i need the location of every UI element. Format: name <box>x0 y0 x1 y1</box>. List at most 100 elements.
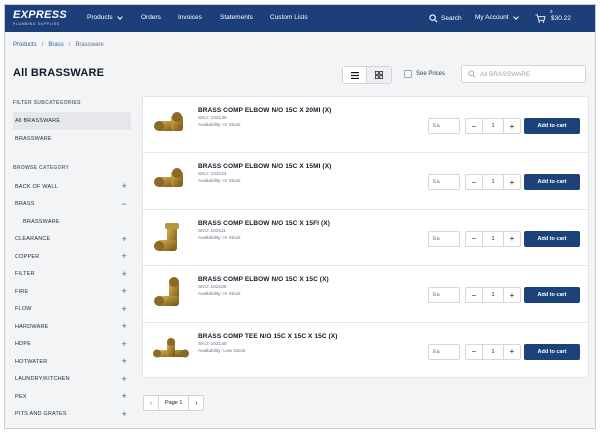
next-page-button[interactable]: › <box>188 395 205 411</box>
sidebar-category-label: HDPE <box>15 341 32 348</box>
app-frame: EXPRESS PLUMBING SUPPLIES Products Order… <box>4 4 596 429</box>
sidebar-category-item[interactable]: FIRE + <box>13 283 131 301</box>
sidebar-category-label: FILTER <box>15 271 35 278</box>
sidebar-category-item[interactable]: LAUNDRY/KITCHEN + <box>13 371 131 389</box>
breadcrumb-products[interactable]: Products <box>13 42 37 48</box>
product-name[interactable]: BRASS COMP TEE N/O 15C X 15C X 15C (X) <box>198 333 338 340</box>
unit-of-measure-select[interactable]: Ea <box>428 287 460 304</box>
product-image[interactable] <box>151 218 191 258</box>
sidebar-category-item[interactable]: BACK OF WALL + <box>13 178 131 196</box>
sidebar-category-item[interactable]: FLOW + <box>13 301 131 319</box>
filter-item-all-brassware[interactable]: All BRASSWARE <box>13 112 131 130</box>
expand-plus-icon[interactable]: + <box>122 357 127 366</box>
see-prices-toggle[interactable]: See Prices <box>404 70 445 78</box>
unit-of-measure-select[interactable]: Ea <box>428 230 460 247</box>
product-availability: Availability: In Stock <box>198 123 241 128</box>
sidebar-category-item[interactable]: HOTWATER + <box>13 353 131 371</box>
quantity-input[interactable]: 1 <box>482 231 504 246</box>
product-name[interactable]: BRASS COMP ELBOW N/O 15C X 15MI (X) <box>198 163 331 170</box>
sidebar-category-item[interactable]: PITS AND GRATES + <box>13 406 131 424</box>
product-sku: SKU: 102105 <box>198 285 227 291</box>
expand-plus-icon[interactable]: + <box>122 322 127 331</box>
logo[interactable]: EXPRESS PLUMBING SUPPLIES <box>13 10 75 27</box>
category-list: BACK OF WALL + BRASS − BRASSWARE CLEARANCE + CO… <box>13 178 131 423</box>
sidebar-category-item[interactable]: PEX + <box>13 388 131 406</box>
quantity-input[interactable]: 1 <box>482 288 504 303</box>
breadcrumb-brass[interactable]: Brass <box>48 42 63 48</box>
decrease-quantity-button[interactable]: − <box>466 232 482 246</box>
sidebar-category-item[interactable]: BRASS − <box>13 196 131 214</box>
collapse-minus-icon[interactable]: − <box>122 199 127 209</box>
sidebar-category-item[interactable]: BRASSWARE <box>13 213 131 231</box>
expand-plus-icon[interactable]: + <box>122 392 127 401</box>
product-name[interactable]: BRASS COMP ELBOW N/O 15C X 15FI (X) <box>198 220 330 227</box>
sidebar-category-label: CLEARANCE <box>15 236 51 243</box>
product-image[interactable] <box>151 274 191 314</box>
nav-custom-lists[interactable]: Custom Lists <box>270 14 308 21</box>
product-image[interactable] <box>151 105 191 145</box>
expand-plus-icon[interactable]: + <box>122 269 127 279</box>
category-search-input[interactable] <box>480 70 580 78</box>
product-image[interactable] <box>151 331 191 371</box>
decrease-quantity-button[interactable]: − <box>466 119 482 133</box>
nav-statements[interactable]: Statements <box>220 14 253 21</box>
quantity-input[interactable]: 1 <box>482 344 504 359</box>
expand-plus-icon[interactable]: + <box>122 287 127 296</box>
previous-page-button[interactable]: ‹ <box>143 395 159 411</box>
see-prices-checkbox[interactable] <box>404 70 412 78</box>
sidebar-category-label: BRASS <box>15 201 35 208</box>
expand-plus-icon[interactable]: + <box>122 234 127 244</box>
product-availability: Availability: Low Stock <box>198 348 246 354</box>
top-navigation-bar: EXPRESS PLUMBING SUPPLIES Products Order… <box>5 5 595 32</box>
product-image[interactable] <box>151 161 191 201</box>
nav-products[interactable]: Products <box>87 13 123 21</box>
grid-view-button[interactable] <box>367 67 391 83</box>
decrease-quantity-button[interactable]: − <box>466 345 482 359</box>
product-name[interactable]: BRASS COMP ELBOW N/O 15C X 20MI (X) <box>198 107 331 114</box>
product-sku: SKU: 102140 <box>198 341 227 347</box>
quantity-stepper: −1 + <box>465 118 521 134</box>
quantity-input[interactable]: 1 <box>482 175 504 190</box>
nav-invoices[interactable]: Invoices <box>178 14 202 21</box>
product-list: BRASS COMP ELBOW N/O 15C X 20MI (X) SKU: … <box>142 96 589 378</box>
add-to-cart-button[interactable]: Add to cart <box>524 174 580 191</box>
sidebar-category-item[interactable]: HARDWARE + <box>13 318 131 336</box>
sidebar-category-item[interactable]: FILTER + <box>13 266 131 284</box>
product-availability: Availability: In Stock <box>198 292 241 298</box>
product-name[interactable]: BRASS COMP ELBOW N/O 15C X 15C (X) <box>198 276 329 283</box>
increase-quantity-button[interactable]: + <box>504 345 520 359</box>
add-to-cart-button[interactable]: Add to cart <box>524 118 580 134</box>
decrease-quantity-button[interactable]: − <box>466 175 482 189</box>
unit-of-measure-select[interactable]: Ea <box>428 118 460 134</box>
sidebar-category-item[interactable]: COPPER + <box>13 248 131 266</box>
expand-plus-icon[interactable]: + <box>122 182 127 191</box>
expand-plus-icon[interactable]: + <box>122 409 127 419</box>
breadcrumb-current: Brassware <box>75 42 104 48</box>
quantity-input[interactable]: 1 <box>482 119 504 133</box>
add-to-cart-button[interactable]: Add to cart <box>524 230 580 247</box>
decrease-quantity-button[interactable]: − <box>466 288 482 302</box>
add-to-cart-button[interactable]: Add to cart <box>524 343 580 360</box>
sidebar-category-label: LAUNDRY/KITCHEN <box>15 376 70 383</box>
add-to-cart-button[interactable]: Add to cart <box>524 287 580 304</box>
expand-plus-icon[interactable]: + <box>122 374 127 384</box>
header-search-button[interactable]: Search <box>429 14 462 23</box>
see-prices-label: See Prices <box>416 71 446 77</box>
increase-quantity-button[interactable]: + <box>504 175 520 189</box>
increase-quantity-button[interactable]: + <box>504 288 520 302</box>
sidebar-category-item[interactable]: HDPE + <box>13 336 131 354</box>
unit-of-measure-select[interactable]: Ea <box>428 174 460 191</box>
nav-orders[interactable]: Orders <box>141 14 161 21</box>
list-view-button[interactable] <box>343 67 368 83</box>
sidebar-category-label: HARDWARE <box>15 323 49 330</box>
unit-of-measure-select[interactable]: Ea <box>428 343 460 360</box>
expand-plus-icon[interactable]: + <box>122 304 127 314</box>
cart-button[interactable]: $30.22 <box>535 14 571 23</box>
increase-quantity-button[interactable]: + <box>504 232 520 246</box>
expand-plus-icon[interactable]: + <box>122 252 127 261</box>
filter-item-brassware[interactable]: BRASSWARE <box>13 131 131 149</box>
sidebar-category-item[interactable]: CLEARANCE + <box>13 231 131 249</box>
expand-plus-icon[interactable]: + <box>122 339 127 349</box>
my-account-menu[interactable]: My Account <box>475 13 519 21</box>
increase-quantity-button[interactable]: + <box>504 119 520 133</box>
